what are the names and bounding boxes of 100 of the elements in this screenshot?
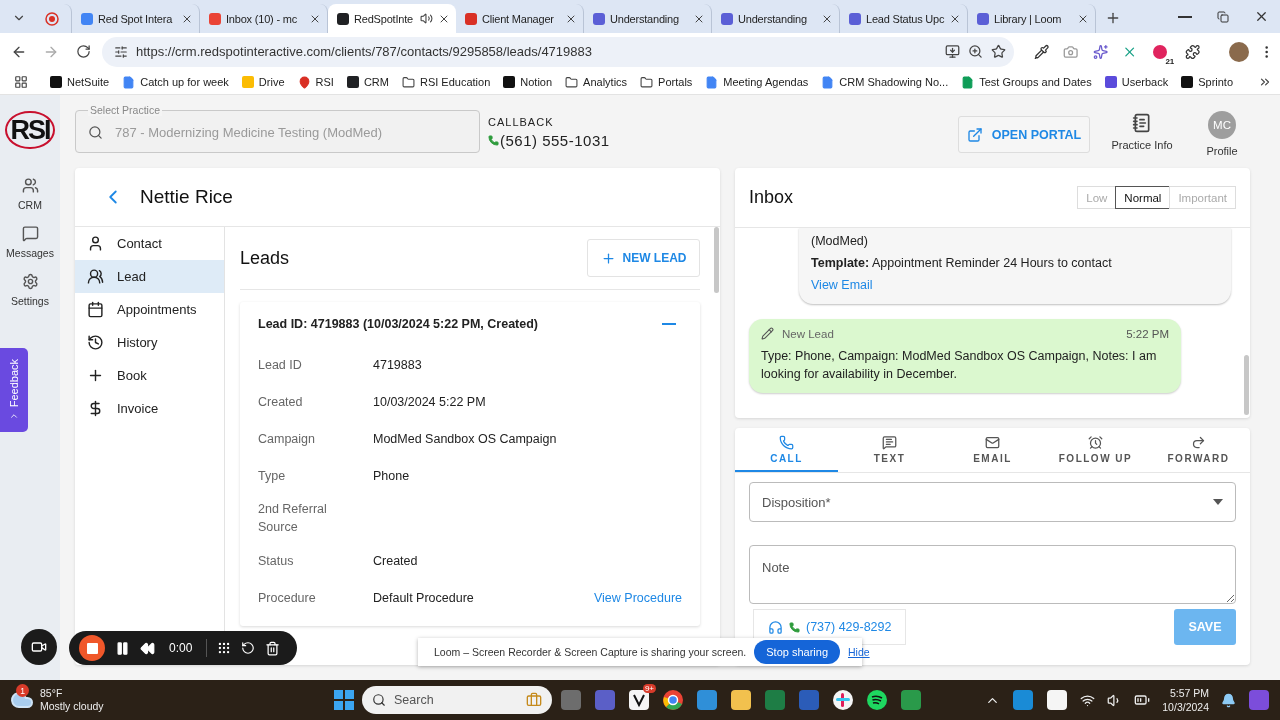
stop-sharing-button[interactable]: Stop sharing xyxy=(754,640,840,664)
pause-icon[interactable] xyxy=(115,640,130,656)
plus-icon xyxy=(1105,10,1121,26)
feedback-tab[interactable]: Feedback xyxy=(0,348,28,432)
priority-toggle[interactable]: Normal xyxy=(1115,186,1171,209)
windows-logo-icon[interactable] xyxy=(334,690,354,710)
bookmark[interactable]: Test Groups and Dates xyxy=(956,71,1097,93)
chat-app-icon[interactable] xyxy=(832,689,854,711)
browser-icon[interactable] xyxy=(662,689,684,711)
search-icon xyxy=(372,693,386,707)
nav-item[interactable]: History xyxy=(75,326,224,359)
field-label: Procedure xyxy=(258,589,317,607)
callback-label: CALLBACK xyxy=(488,116,555,128)
clock[interactable]: 5:57 PM 10/3/2024 xyxy=(1162,686,1209,714)
eyedropper-icon[interactable] xyxy=(1034,43,1050,60)
taskbar-search[interactable]: Search xyxy=(362,686,552,714)
wifi-icon[interactable] xyxy=(1080,692,1096,708)
app-icon[interactable] xyxy=(628,689,650,711)
minimize-icon xyxy=(1178,15,1192,18)
zoom-icon[interactable] xyxy=(968,44,983,59)
logo: RSI xyxy=(5,111,55,149)
restart-icon[interactable] xyxy=(241,641,256,655)
bookmark[interactable]: Analytics xyxy=(560,71,633,93)
rail-item[interactable]: CRM xyxy=(2,173,58,215)
composer-tab[interactable]: TEXT xyxy=(838,428,941,472)
scrollbar xyxy=(714,227,719,293)
temperature: 85°F xyxy=(40,687,64,700)
battery-icon[interactable] xyxy=(1134,692,1151,708)
nav-item[interactable]: Contact xyxy=(75,227,224,260)
practice-info-button[interactable]: Practice Info xyxy=(1098,95,1186,152)
field-value: Phone xyxy=(373,468,410,483)
install-icon[interactable] xyxy=(945,44,960,59)
bookmark[interactable]: Userback xyxy=(1099,71,1174,93)
grid-icon[interactable] xyxy=(217,641,232,655)
bookmark[interactable]: Meeting Agendas xyxy=(700,71,814,93)
mail-icon xyxy=(985,434,1000,450)
address-bar[interactable]: https://crm.redspotinteractive.com/clients/787/contacts/9295858/leads/4719883 xyxy=(102,36,1014,67)
stop-button[interactable] xyxy=(79,635,105,661)
message-title: New Lead xyxy=(782,327,834,340)
weather-condition: Mostly cloudy xyxy=(40,700,104,713)
field-label: Status xyxy=(258,552,295,570)
pencil-icon xyxy=(761,327,774,340)
view-email-link[interactable]: View Email xyxy=(811,278,873,292)
hide-link[interactable]: Hide xyxy=(848,646,870,658)
nav-item[interactable]: Book xyxy=(75,359,224,392)
bookmark[interactable]: CRM Shadowing No... xyxy=(816,71,954,93)
more-bookmarks-icon[interactable] xyxy=(1258,75,1272,89)
nav-item[interactable]: Appointments xyxy=(75,293,224,326)
bookmark[interactable]: Catch up for week xyxy=(117,71,234,93)
search-icon xyxy=(88,124,103,140)
caret-icon xyxy=(1213,499,1223,505)
inbox-title: Inbox xyxy=(749,187,794,208)
extension-icon[interactable] xyxy=(1092,43,1108,60)
settings-icon xyxy=(21,273,39,290)
trash-icon[interactable] xyxy=(265,640,281,656)
bookmark[interactable]: Sprinto xyxy=(1176,71,1239,93)
briefcase-icon xyxy=(526,692,542,708)
message-text: Type: Phone, Campaign: ModMed Sandbox OS Campaign, Notes: I am looking for availability in December. xyxy=(761,348,1158,383)
rail-item[interactable]: Messages xyxy=(2,221,58,263)
composer-tab[interactable]: EMAIL xyxy=(941,428,1044,472)
history-icon xyxy=(87,334,104,351)
field-label: 2nd Referral Source xyxy=(258,501,328,536)
view-procedure-link[interactable]: View Procedure xyxy=(594,590,682,605)
nav-item[interactable]: Lead xyxy=(75,260,224,293)
extensions-icon[interactable] xyxy=(1185,43,1201,60)
app-badge: 9+ xyxy=(642,684,656,693)
profile-avatar: MC xyxy=(1208,111,1236,139)
bookmark[interactable]: Portals xyxy=(635,71,698,93)
extension-badge: 21 xyxy=(1164,56,1176,66)
rewind-icon[interactable] xyxy=(140,640,155,656)
bookmark[interactable]: NetSuite xyxy=(45,71,115,93)
person-icon xyxy=(87,235,104,252)
profile-button[interactable]: MC Profile xyxy=(1194,95,1250,158)
music-app-icon[interactable] xyxy=(866,689,888,711)
avatar[interactable] xyxy=(1228,41,1249,62)
bookmark-star-icon[interactable] xyxy=(991,44,1006,59)
field-value: 10/03/2024 5:22 PM xyxy=(373,394,486,409)
bookmark[interactable]: CRM xyxy=(341,71,394,93)
bookmark[interactable]: Notion xyxy=(498,71,558,93)
bookmark[interactable]: RSI xyxy=(292,71,339,93)
note-field[interactable]: Note xyxy=(749,545,1236,604)
bell-icon[interactable] xyxy=(1221,692,1236,708)
new-lead-button[interactable]: NEW LEAD xyxy=(587,239,700,277)
message-text: Template: Appointment Reminder 24 Hours to contact xyxy=(811,255,1113,272)
field-label: Type xyxy=(258,467,287,485)
rail-item[interactable]: Settings xyxy=(2,269,58,311)
composer-tab[interactable]: FORWARD xyxy=(1147,428,1250,472)
composer-tab[interactable]: FOLLOW UP xyxy=(1044,428,1147,472)
browser-tab[interactable]: RedSpotInte xyxy=(328,4,456,33)
field-value: 4719883 xyxy=(373,357,422,372)
bookmark[interactable]: Drive xyxy=(236,71,290,93)
bookmark[interactable]: RSI Education xyxy=(396,71,496,93)
nav-item[interactable]: Invoice xyxy=(75,392,224,425)
apps-icon[interactable] xyxy=(14,75,28,89)
disposition-select[interactable]: Disposition* xyxy=(749,482,1236,522)
field-value: Default Procedure xyxy=(373,590,474,605)
camera-icon[interactable] xyxy=(1063,43,1079,60)
composer-tab[interactable]: CALL xyxy=(735,428,838,472)
site-info-icon[interactable] xyxy=(114,44,128,59)
restore-icon xyxy=(1217,10,1229,23)
